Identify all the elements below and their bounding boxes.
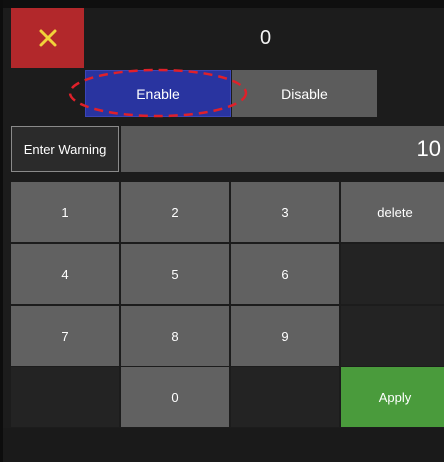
warning-value-field[interactable]: 10 [121, 126, 444, 172]
close-button[interactable] [11, 8, 84, 68]
disable-button[interactable]: Disable [232, 70, 377, 117]
blank-key [341, 306, 444, 366]
keypad-panel: 0 Enable Disable Enter Warning 10 1 2 3 … [0, 0, 444, 462]
delete-button[interactable]: delete [341, 182, 444, 242]
apply-button[interactable]: Apply [341, 367, 444, 427]
key-8-button[interactable]: 8 [121, 306, 229, 366]
key-0-button[interactable]: 0 [121, 367, 229, 427]
key-6-button[interactable]: 6 [231, 244, 339, 304]
bottom-bar [3, 428, 444, 462]
key-7-button[interactable]: 7 [11, 306, 119, 366]
top-edge [3, 0, 444, 8]
blank-key [341, 244, 444, 304]
key-5-button[interactable]: 5 [121, 244, 229, 304]
blank-key [11, 367, 119, 427]
x-icon [39, 29, 56, 47]
key-2-button[interactable]: 2 [121, 182, 229, 242]
enable-button[interactable]: Enable [85, 70, 231, 117]
blank-key [231, 367, 339, 427]
key-1-button[interactable]: 1 [11, 182, 119, 242]
count-display: 0 [259, 26, 272, 49]
key-9-button[interactable]: 9 [231, 306, 339, 366]
key-4-button[interactable]: 4 [11, 244, 119, 304]
enter-warning-label: Enter Warning [11, 126, 119, 172]
key-3-button[interactable]: 3 [231, 182, 339, 242]
